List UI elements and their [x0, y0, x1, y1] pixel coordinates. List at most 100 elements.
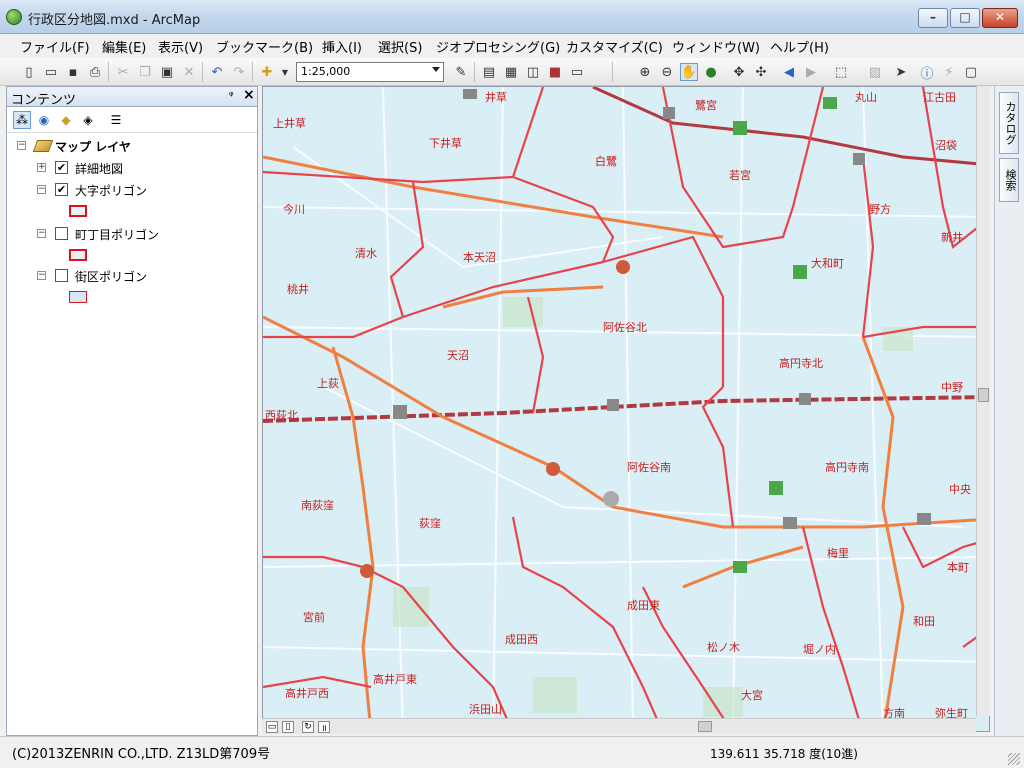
save-icon[interactable]: ▪ [64, 63, 82, 81]
hyperlink-icon[interactable]: ⚡ [940, 63, 958, 81]
collapse-icon[interactable]: − [37, 271, 46, 280]
redo-icon[interactable]: ↷ [230, 63, 248, 81]
maximize-button[interactable]: □ [950, 8, 980, 28]
map-vertical-scrollbar[interactable] [976, 86, 990, 716]
menu-edit[interactable]: 編集(E) [98, 37, 150, 56]
menu-help[interactable]: ヘルプ(H) [766, 37, 833, 56]
toolbar-separator [252, 62, 253, 82]
layer-row-oaza-polygon[interactable]: − ✔ 大字ポリゴン [7, 181, 257, 199]
new-document-icon[interactable]: ▯ [20, 63, 38, 81]
menu-selection[interactable]: 選択(S) [374, 37, 426, 56]
forward-arrow-icon[interactable]: ▶ [802, 63, 820, 81]
menu-bar: ファイル(F) 編集(E) 表示(V) ブックマーク(B) 挿入(I) 選択(S… [0, 34, 1024, 58]
search-window-icon[interactable]: ◫ [524, 63, 542, 81]
layer-visibility-checkbox[interactable]: ✔ [55, 183, 68, 196]
data-view-icon[interactable]: ▯ [282, 721, 294, 733]
editor-toolbar-icon[interactable]: ✎ [452, 63, 470, 81]
menu-file[interactable]: ファイル(F) [16, 37, 94, 56]
menu-windows[interactable]: ウィンドウ(W) [668, 37, 764, 56]
catalog-tab[interactable]: カタログ [999, 92, 1019, 154]
standard-toolbar: ▯ ▭ ▪ ⎙ ✂ ❐ ▣ ✕ ↶ ↷ ✚ ▼ 1:25,000 ✎ ▤ ▦ ◫… [0, 58, 1024, 86]
list-by-drawing-order-icon[interactable]: ⁂ [13, 111, 31, 129]
clear-selection-icon[interactable]: ▨ [866, 63, 884, 81]
layer-symbol-swatch[interactable] [69, 205, 87, 217]
resize-grip-icon[interactable] [1008, 753, 1020, 765]
toc-title: コンテンツ [11, 93, 77, 108]
menu-customize[interactable]: カスタマイズ(C) [562, 37, 667, 56]
full-extent-globe-icon[interactable]: ● [702, 63, 720, 81]
place-label: 中央 [949, 483, 971, 496]
layer-visibility-checkbox[interactable]: ✔ [55, 161, 68, 174]
add-data-icon[interactable]: ✚ [258, 63, 276, 81]
pin-icon[interactable]: ᵠ [229, 89, 234, 102]
table-of-contents-icon[interactable]: ▤ [480, 63, 498, 81]
python-window-icon[interactable]: ▭ [568, 63, 586, 81]
layer-visibility-checkbox[interactable] [55, 227, 68, 240]
print-icon[interactable]: ⎙ [86, 63, 104, 81]
coordinate-readout: 139.611 35.718 度(10進) [710, 747, 858, 761]
layer-row-block-polygon[interactable]: − 街区ポリゴン [7, 267, 257, 285]
refresh-icon[interactable]: ↻ [302, 721, 314, 733]
options-icon[interactable]: ☰ [107, 111, 125, 129]
zoom-in-icon[interactable]: ⊕ [636, 63, 654, 81]
undo-icon[interactable]: ↶ [208, 63, 226, 81]
arctoolbox-icon[interactable]: ■ [546, 63, 564, 81]
arcmap-app-icon[interactable] [6, 9, 22, 25]
map-scale-select[interactable]: 1:25,000 [296, 62, 444, 82]
copy-icon[interactable]: ❐ [136, 63, 154, 81]
back-arrow-icon[interactable]: ◀ [780, 63, 798, 81]
menu-geoprocessing[interactable]: ジオプロセシング(G) [432, 37, 564, 56]
place-label: 高井戸西 [285, 687, 329, 700]
table-of-contents-pane: コンテンツ ᵠ × ⁂ ◉ ◆ ◈ ☰ − マップ レイヤ + ✔ 詳細地図 −… [6, 86, 258, 736]
identify-info-icon[interactable]: ⓘ [918, 63, 936, 82]
map-horizontal-scrollbar[interactable]: ▭ ▯ ↻ ॥ [262, 718, 976, 734]
place-label: 中野 [941, 381, 963, 394]
menu-insert[interactable]: 挿入(I) [318, 37, 366, 56]
title-bar: 行政区分地図.mxd - ArcMap – □ ✕ [0, 0, 1024, 34]
cut-icon[interactable]: ✂ [114, 63, 132, 81]
pan-hand-icon[interactable]: ✋ [680, 63, 698, 81]
menu-view[interactable]: 表示(V) [154, 37, 207, 56]
place-label: 南荻窪 [301, 499, 334, 512]
catalog-window-icon[interactable]: ▦ [502, 63, 520, 81]
search-tab[interactable]: 検索 [999, 158, 1019, 202]
map-scale-value: 1:25,000 [301, 65, 351, 78]
collapse-icon[interactable]: − [37, 185, 46, 194]
map-view[interactable]: 井草 鷺宮 丸山 江古田 上井草 下井草 白鷺 沼袋 若宮 今川 野方 清水 本… [262, 86, 990, 732]
add-data-dropdown-icon[interactable]: ▼ [276, 63, 294, 81]
select-elements-pointer-icon[interactable]: ➤ [892, 63, 910, 81]
list-by-source-icon[interactable]: ◉ [35, 111, 53, 129]
collapse-icon[interactable]: − [17, 141, 26, 150]
list-by-visibility-icon[interactable]: ◆ [57, 111, 75, 129]
layer-row-chome-polygon[interactable]: − 町丁目ポリゴン [7, 225, 257, 243]
close-button[interactable]: ✕ [982, 8, 1018, 28]
status-bar: (C)2013ZENRIN CO.,LTD. Z13LD第709号 139.61… [0, 736, 1024, 768]
select-features-icon[interactable]: ⬚ [832, 63, 850, 81]
open-folder-icon[interactable]: ▭ [42, 63, 60, 81]
scrollbar-thumb[interactable] [978, 388, 989, 402]
minimize-button[interactable]: – [918, 8, 948, 28]
zoom-out-icon[interactable]: ⊖ [658, 63, 676, 81]
paste-icon[interactable]: ▣ [158, 63, 176, 81]
maximize-icon: □ [959, 10, 971, 24]
layer-symbol-swatch[interactable] [69, 291, 87, 303]
layer-symbol-swatch[interactable] [69, 249, 87, 261]
layer-visibility-checkbox[interactable] [55, 269, 68, 282]
scrollbar-thumb[interactable] [698, 721, 712, 732]
expand-icon[interactable]: + [37, 163, 46, 172]
tree-root-map-layers[interactable]: − マップ レイヤ [7, 137, 257, 155]
collapse-icon[interactable]: − [37, 229, 46, 238]
layer-row-detail-map[interactable]: + ✔ 詳細地図 [7, 159, 257, 177]
menu-bookmarks[interactable]: ブックマーク(B) [212, 37, 317, 56]
list-by-selection-icon[interactable]: ◈ [79, 111, 97, 129]
toc-close-icon[interactable]: × [243, 87, 255, 103]
delete-icon[interactable]: ✕ [180, 63, 198, 81]
place-label: 天沼 [447, 349, 469, 362]
fixed-zoom-out-icon[interactable]: ✣ [752, 63, 770, 81]
pause-drawing-icon[interactable]: ॥ [318, 721, 330, 734]
layer-label: 詳細地図 [75, 162, 124, 176]
fixed-zoom-in-icon[interactable]: ✥ [730, 63, 748, 81]
html-popup-icon[interactable]: ▢ [962, 63, 980, 81]
layout-view-icon[interactable]: ▭ [266, 721, 278, 733]
map-canvas[interactable] [263, 87, 990, 732]
